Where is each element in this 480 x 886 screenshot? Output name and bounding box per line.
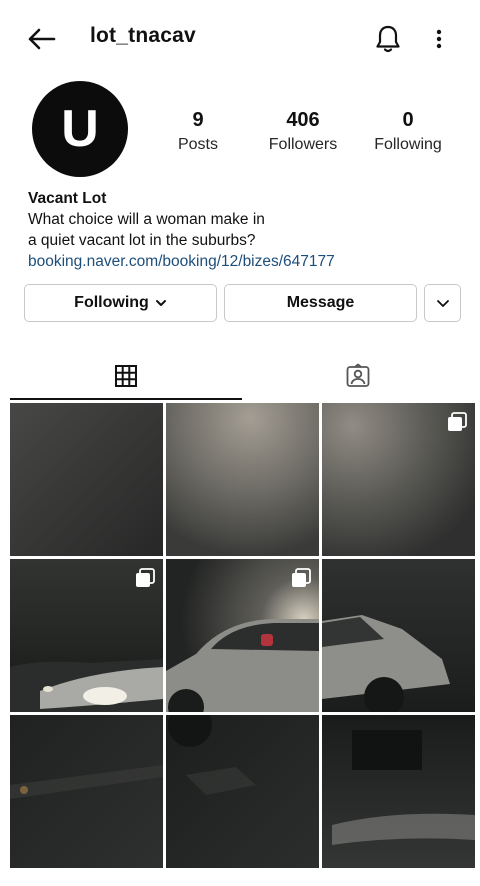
posts-count: 9	[192, 109, 204, 131]
active-tab-indicator	[10, 398, 242, 400]
message-button-label: Message	[286, 294, 355, 311]
suggested-accounts-button[interactable]	[424, 284, 461, 322]
post-tile[interactable]	[166, 403, 319, 556]
post-image	[10, 715, 163, 868]
stat-posts[interactable]: 9 Posts	[168, 108, 228, 156]
more-options-button[interactable]	[428, 24, 450, 54]
avatar-logo-letter: U	[61, 100, 99, 158]
tagged-person-icon	[346, 363, 370, 387]
grid-icon	[115, 365, 137, 387]
following-count: 0	[402, 109, 414, 131]
tab-tagged[interactable]	[242, 350, 474, 402]
post-image	[322, 559, 475, 712]
post-tile[interactable]	[322, 559, 475, 712]
post-tile[interactable]	[10, 403, 163, 556]
multiple-photos-icon	[292, 568, 311, 587]
arrow-left-icon	[28, 28, 56, 50]
posts-grid	[10, 403, 475, 868]
notifications-button[interactable]	[372, 22, 404, 56]
stat-followers[interactable]: 406 Followers	[262, 108, 344, 156]
bio-name: Vacant Lot	[28, 190, 107, 207]
multiple-photos-icon	[448, 412, 467, 431]
top-bar: lot_tnacav	[0, 0, 480, 78]
following-button[interactable]: Following	[24, 284, 217, 322]
post-tile[interactable]	[166, 715, 319, 868]
profile-bio: Vacant Lot What choice will a woman make…	[28, 188, 458, 272]
profile-avatar[interactable]: U	[32, 81, 128, 177]
bio-text-line-1: What choice will a woman make in	[28, 211, 265, 228]
post-tile[interactable]	[10, 715, 163, 868]
bio-text-line-2: a quiet vacant lot in the suburbs?	[28, 232, 256, 249]
followers-count: 406	[286, 109, 320, 131]
more-vertical-icon	[436, 29, 442, 49]
profile-tabs	[10, 350, 474, 402]
post-tile[interactable]	[322, 715, 475, 868]
post-tile[interactable]	[10, 559, 163, 712]
stat-following[interactable]: 0 Following	[370, 108, 446, 156]
posts-label: Posts	[177, 136, 218, 153]
message-button[interactable]: Message	[224, 284, 417, 322]
profile-username: lot_tnacav	[90, 24, 196, 47]
following-button-label: Following	[74, 294, 149, 311]
chevron-down-icon	[436, 299, 449, 307]
bio-link[interactable]: booking.naver.com/booking/12/bizes/64717…	[28, 251, 458, 272]
following-label: Following	[374, 136, 442, 153]
post-image	[322, 715, 475, 868]
post-tile[interactable]	[166, 559, 319, 712]
chevron-down-icon	[155, 300, 166, 306]
bell-icon	[376, 25, 400, 53]
followers-label: Followers	[268, 136, 338, 153]
back-button[interactable]	[24, 24, 58, 54]
post-image	[166, 715, 319, 868]
post-tile[interactable]	[322, 403, 475, 556]
post-image	[10, 403, 163, 556]
post-image	[166, 403, 319, 556]
multiple-photos-icon	[136, 568, 155, 587]
tab-posts-grid[interactable]	[10, 350, 242, 402]
